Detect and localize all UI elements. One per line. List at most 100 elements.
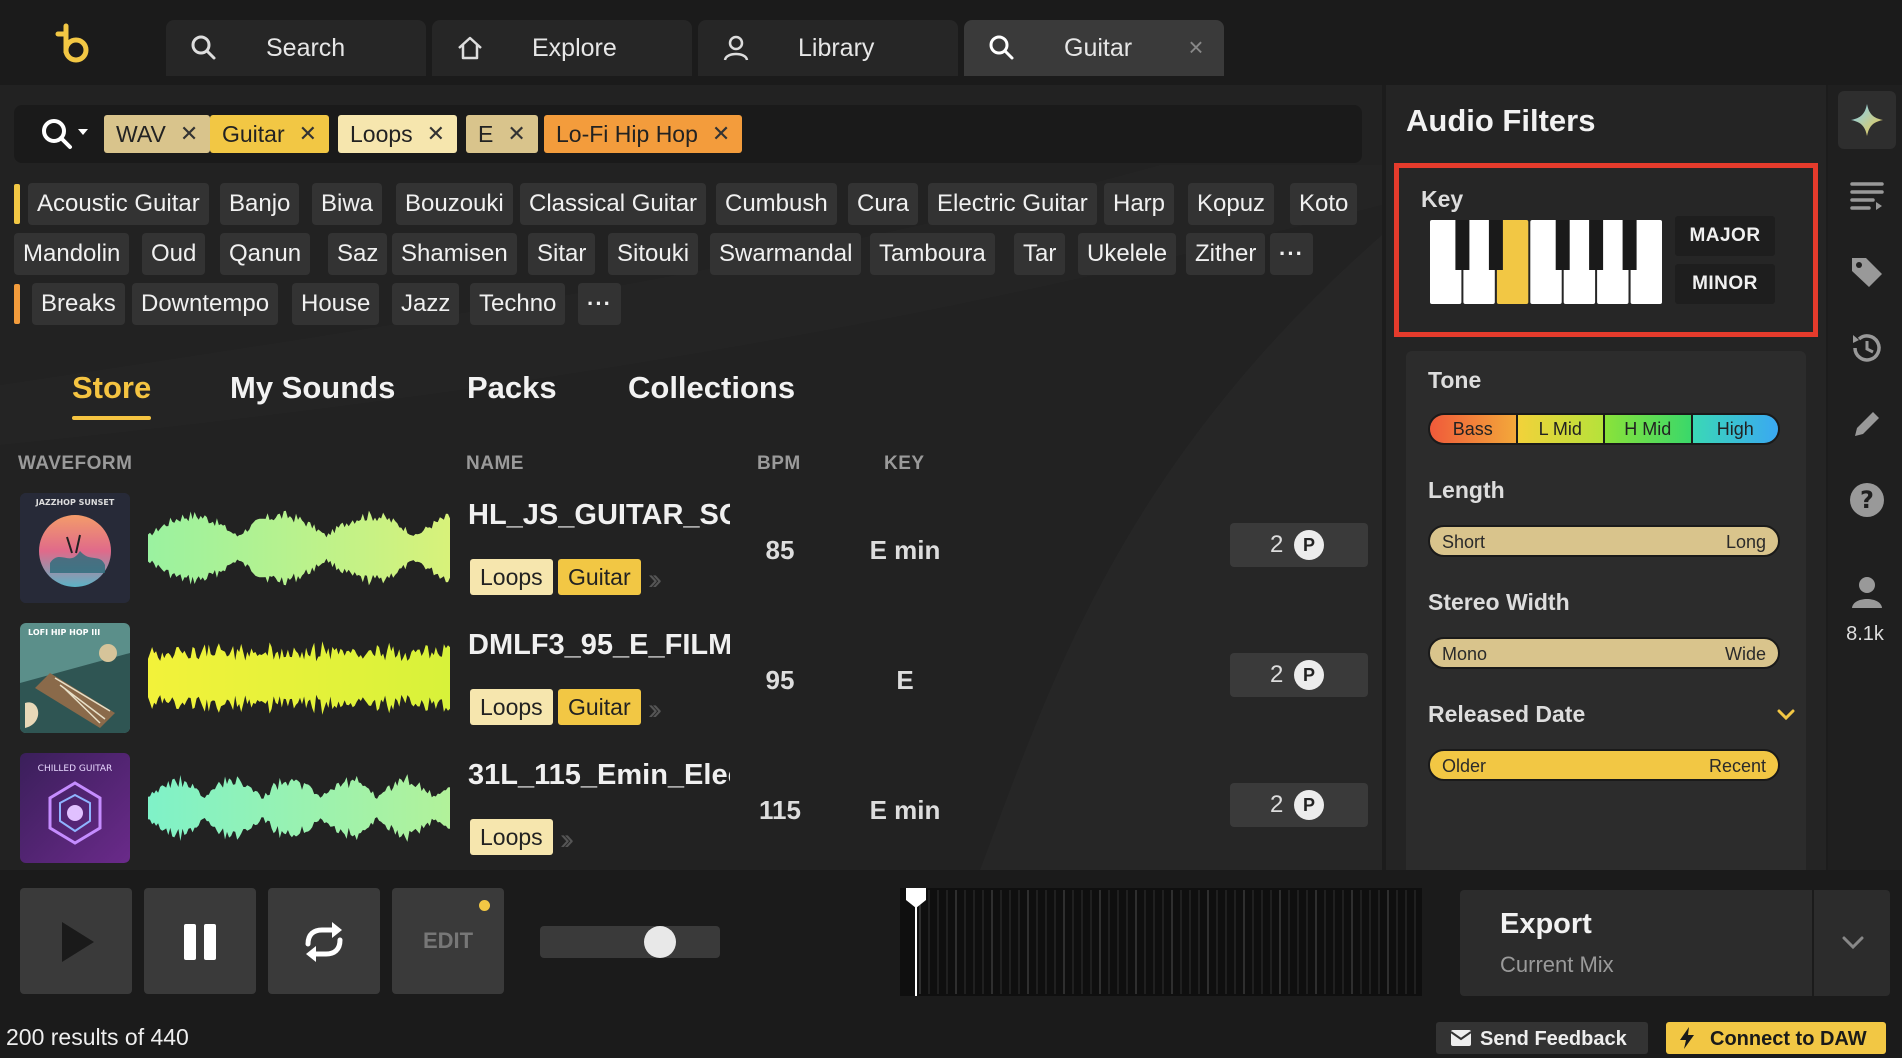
remove-chip-icon[interactable]: ✕ — [427, 121, 445, 147]
more-instruments-button[interactable]: ··· — [1270, 233, 1313, 275]
tag-tar[interactable]: Tar — [1014, 233, 1066, 275]
tone-band-low-mid[interactable]: L Mid — [1517, 415, 1605, 443]
nav-tab-guitar[interactable]: Guitar × — [964, 20, 1224, 76]
tag-saz[interactable]: Saz — [328, 233, 388, 275]
playback-timeline[interactable] — [900, 888, 1422, 996]
piano-keyboard[interactable] — [1429, 220, 1663, 304]
community-button[interactable] — [1838, 563, 1896, 621]
row-tag-loops[interactable]: Loops — [470, 819, 553, 855]
close-tab-icon[interactable]: × — [1182, 33, 1210, 61]
tag-sitar[interactable]: Sitar — [528, 233, 596, 275]
tag-kopuz[interactable]: Kopuz — [1188, 183, 1275, 225]
export-options-button[interactable] — [1812, 890, 1890, 996]
tag-acoustic-guitar[interactable]: Acoustic Guitar — [28, 183, 209, 225]
filter-chip-wav[interactable]: WAV ✕ — [104, 115, 211, 153]
waveform[interactable] — [148, 635, 450, 721]
row-tag-loops[interactable]: Loops — [470, 559, 553, 595]
tag-classical-guitar[interactable]: Classical Guitar — [520, 183, 707, 225]
play-button[interactable] — [20, 888, 132, 994]
tag-zither[interactable]: Zither — [1186, 233, 1266, 275]
table-row[interactable]: CHILLED GUITAR 31L_115_Emin_Elec Loops ›… — [0, 745, 1382, 870]
tag-ukelele[interactable]: Ukelele — [1078, 233, 1177, 275]
tag-koto[interactable]: Koto — [1290, 183, 1358, 225]
search-options-icon[interactable] — [40, 117, 100, 151]
tone-band-high[interactable]: High — [1692, 415, 1778, 443]
tag-cura[interactable]: Cura — [848, 183, 919, 225]
volume-knob[interactable] — [644, 926, 676, 958]
tag-tamboura[interactable]: Tamboura — [870, 233, 995, 275]
column-waveform[interactable]: WAVEFORM — [18, 453, 132, 475]
sample-name[interactable]: 31L_115_Emin_Elec — [468, 759, 730, 792]
filter-chip-loops[interactable]: Loops ✕ — [338, 115, 458, 153]
piano-black-key[interactable] — [1488, 220, 1503, 270]
tags-button[interactable] — [1838, 243, 1896, 301]
remove-chip-icon[interactable]: ✕ — [712, 121, 730, 147]
tone-band-high-mid[interactable]: H Mid — [1605, 415, 1693, 443]
filter-chip-e[interactable]: E ✕ — [466, 115, 538, 153]
nav-tab-explore[interactable]: Explore — [432, 20, 692, 76]
filter-chip-lofi-hip-hop[interactable]: Lo-Fi Hip Hop ✕ — [544, 115, 743, 153]
purchase-credits-button[interactable]: 2 P — [1230, 523, 1368, 567]
sample-name[interactable]: DMLF3_95_E_FILM_ — [468, 629, 730, 662]
tag-harp[interactable]: Harp — [1104, 183, 1175, 225]
tag-banjo[interactable]: Banjo — [220, 183, 300, 225]
tag-techno[interactable]: Techno — [470, 283, 566, 325]
waveform[interactable] — [148, 765, 450, 851]
tab-collections[interactable]: Collections — [628, 370, 795, 406]
minor-button[interactable]: MINOR — [1675, 264, 1775, 304]
column-key[interactable]: KEY — [884, 453, 925, 475]
piano-black-key[interactable] — [1455, 220, 1470, 270]
export-button[interactable]: Export Current Mix — [1460, 890, 1824, 996]
nav-tab-library[interactable]: Library — [698, 20, 958, 76]
table-row[interactable]: JAZZHOP SUNSET HL_JS_GUITAR_SO Loops Gui… — [0, 485, 1382, 615]
major-button[interactable]: MAJOR — [1675, 216, 1775, 256]
edit-sample-button[interactable]: EDIT — [392, 888, 504, 994]
app-logo[interactable] — [52, 22, 94, 64]
row-tag-guitar[interactable]: Guitar — [558, 559, 641, 595]
tag-mandolin[interactable]: Mandolin — [14, 233, 130, 275]
purchase-credits-button[interactable]: 2 P — [1230, 783, 1368, 827]
tag-qanun[interactable]: Qanun — [220, 233, 311, 275]
search-bar[interactable]: WAV ✕ Guitar ✕ Loops ✕ E ✕ Lo-Fi Hip Hop… — [14, 105, 1362, 163]
tag-sitouki[interactable]: Sitouki — [608, 233, 699, 275]
nav-tab-search[interactable]: Search — [166, 20, 426, 76]
more-tags-chevron-icon[interactable]: ›› — [648, 563, 662, 597]
loop-button[interactable] — [268, 888, 380, 994]
table-row[interactable]: LOFI HIP HOP III DMLF3_95_E_FILM_ Loops … — [0, 615, 1382, 745]
pause-button[interactable] — [144, 888, 256, 994]
remove-chip-icon[interactable]: ✕ — [299, 121, 317, 147]
column-name[interactable]: NAME — [466, 453, 524, 475]
ai-sparkle-button[interactable] — [1838, 91, 1896, 149]
pack-cover-jazzhop-sunset[interactable]: JAZZHOP SUNSET — [20, 493, 130, 603]
purchase-credits-button[interactable]: 2 P — [1230, 653, 1368, 697]
tag-biwa[interactable]: Biwa — [312, 183, 383, 225]
sample-name[interactable]: HL_JS_GUITAR_SO — [468, 499, 730, 532]
tag-breaks[interactable]: Breaks — [32, 283, 125, 325]
send-feedback-button[interactable]: Send Feedback — [1436, 1022, 1648, 1054]
waveform[interactable] — [148, 505, 450, 591]
pack-cover-chilled-guitar[interactable]: CHILLED GUITAR — [20, 753, 130, 863]
piano-black-key[interactable] — [1622, 220, 1637, 270]
tone-selector[interactable]: Bass L Mid H Mid High — [1428, 413, 1780, 445]
edit-button[interactable] — [1838, 395, 1896, 453]
stereo-width-slider[interactable]: Mono Wide — [1428, 637, 1780, 669]
row-tag-guitar[interactable]: Guitar — [558, 689, 641, 725]
history-button[interactable] — [1838, 319, 1896, 377]
length-slider[interactable]: Short Long — [1428, 525, 1780, 557]
released-date-slider[interactable]: Older Recent — [1428, 749, 1780, 781]
filter-chip-guitar[interactable]: Guitar ✕ — [210, 115, 330, 153]
tag-downtempo[interactable]: Downtempo — [132, 283, 279, 325]
tab-my-sounds[interactable]: My Sounds — [230, 370, 395, 406]
more-tags-chevron-icon[interactable]: ›› — [648, 693, 662, 727]
queue-button[interactable] — [1838, 167, 1896, 225]
tab-store[interactable]: Store — [72, 370, 152, 420]
tag-shamisen[interactable]: Shamisen — [392, 233, 517, 275]
more-tags-chevron-icon[interactable]: ›› — [560, 823, 574, 857]
tag-jazz[interactable]: Jazz — [392, 283, 460, 325]
volume-slider[interactable] — [540, 926, 720, 958]
tag-cumbush[interactable]: Cumbush — [716, 183, 837, 225]
chevron-down-icon[interactable] — [1774, 703, 1798, 727]
piano-black-key[interactable] — [1589, 220, 1604, 270]
more-genres-button[interactable]: ··· — [578, 283, 621, 325]
tone-band-bass[interactable]: Bass — [1430, 415, 1518, 443]
